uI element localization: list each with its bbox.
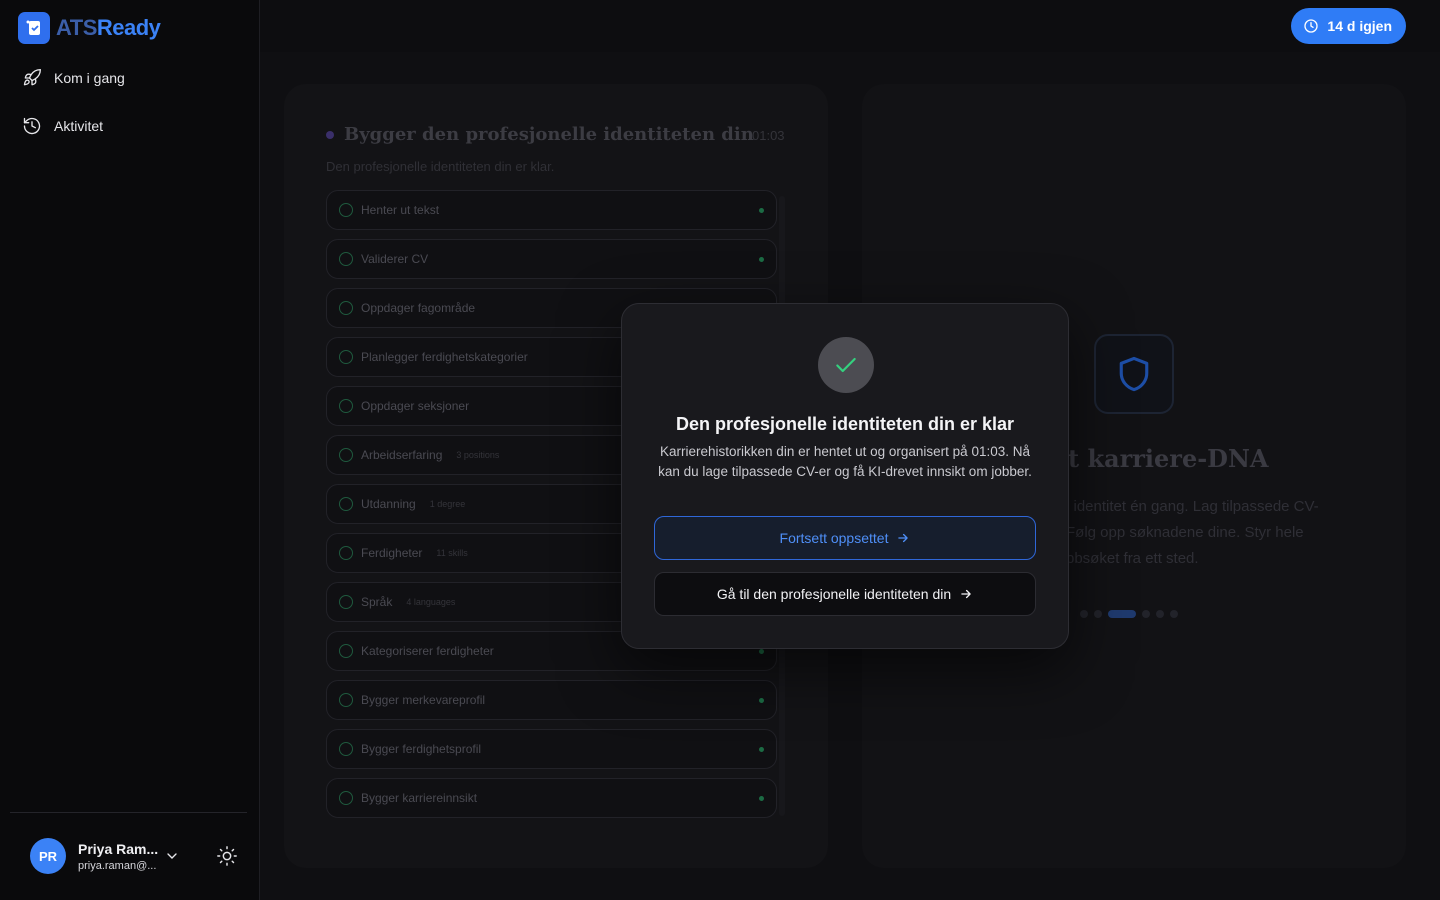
check-circle-icon [339, 742, 353, 756]
user-menu[interactable]: PR Priya Ram... priya.raman@... [30, 838, 158, 874]
check-circle-icon [339, 301, 353, 315]
step-status-dot [759, 746, 764, 752]
step-status-dot [759, 648, 764, 654]
check-circle-icon [339, 203, 353, 217]
step-status-dot [759, 207, 764, 213]
step-label: Henter ut tekst [361, 203, 440, 217]
step-label: Kategoriserer ferdigheter [361, 644, 494, 658]
check-circle-icon [339, 497, 353, 511]
brand-logo[interactable]: ATSReady [18, 12, 161, 44]
carousel-dot-active[interactable] [1108, 610, 1136, 618]
step-meta: 1 degree [429, 499, 466, 509]
step-label: Bygger merkevareprofil [361, 693, 486, 707]
modal-body: Karrierehistorikken din er hentet ut og … [658, 444, 1032, 479]
check-circle-icon [339, 546, 353, 560]
brand-name: ATSReady [56, 15, 161, 40]
carousel-dot[interactable] [1142, 610, 1150, 618]
trial-label: 14 d igjen [1327, 18, 1392, 34]
step-label: Validerer CV [361, 252, 429, 266]
nav-item-aktivitet[interactable]: Aktivitet [12, 108, 248, 144]
success-badge [818, 337, 874, 393]
arrow-right-icon [961, 589, 971, 599]
carousel-dots [1080, 610, 1178, 618]
check-circle-icon [339, 644, 353, 658]
step-label: Bygger ferdighetsprofil [361, 742, 482, 756]
check-circle-icon [339, 791, 353, 805]
check-circle-icon [339, 350, 353, 364]
step-status-dot [759, 256, 764, 262]
progress-step: Validerer CV [326, 239, 777, 279]
promo-title: t karriere-DNA [1068, 444, 1269, 473]
check-icon [836, 357, 856, 373]
check-circle-icon [339, 448, 353, 462]
step-label: Ferdigheter [361, 546, 423, 560]
check-circle-icon [339, 252, 353, 266]
topbar: 14 d igjen [260, 0, 1440, 52]
step-status-dot [759, 697, 764, 703]
nav-label: Aktivitet [54, 118, 104, 134]
step-meta: 4 languages [406, 597, 456, 607]
carousel-dot[interactable] [1170, 610, 1178, 618]
chevron-down-icon[interactable] [164, 848, 180, 864]
step-meta: 3 positions [456, 450, 500, 460]
button-label: Gå til den profesjonelle identiteten din [716, 586, 952, 602]
step-label: Oppdager seksjoner [361, 399, 470, 413]
modal-title: Den profesjonelle identiteten din er kla… [675, 414, 1015, 434]
history-icon [23, 117, 41, 135]
continue-setup-button[interactable]: Fortsett oppsettet [654, 516, 1036, 560]
nav-item-kom-i-gang[interactable]: Kom i gang [12, 60, 248, 96]
arrow-right-icon [898, 533, 909, 543]
carousel-dot[interactable] [1080, 610, 1088, 618]
carousel-dot[interactable] [1094, 610, 1102, 618]
sun-icon[interactable] [216, 845, 238, 867]
check-circle-icon [339, 595, 353, 609]
progress-subtitle: Den profesjonelle identiteten din er kla… [326, 159, 555, 174]
step-label: Språk [361, 595, 393, 609]
step-label: Utdanning [361, 497, 416, 511]
user-email: priya.raman@... [78, 859, 157, 872]
check-circle-icon [339, 693, 353, 707]
progress-step: Bygger ferdighetsprofil [326, 729, 777, 769]
step-label: Planlegger ferdighetskategorier [361, 350, 528, 364]
avatar: PR [30, 838, 66, 874]
shield-card [1094, 334, 1174, 414]
step-label: Bygger karriereinnsikt [361, 791, 478, 805]
sidebar: ATSReady Kom i gang Aktivitet PR Priya R… [0, 0, 260, 900]
check-circle-icon [339, 399, 353, 413]
trial-days-button[interactable]: 14 d igjen [1291, 8, 1406, 44]
step-status-dot [759, 795, 764, 801]
nav-label: Kom i gang [54, 70, 125, 86]
shield-icon [1119, 356, 1149, 392]
progress-title: Bygger den profesjonelle identiteten din [326, 124, 754, 145]
step-label: Oppdager fagområde [361, 301, 476, 315]
go-to-identity-button[interactable]: Gå til den profesjonelle identiteten din [654, 572, 1036, 616]
completion-modal: Den profesjonelle identiteten din er kla… [621, 303, 1069, 649]
step-label: Arbeidserfaring [361, 448, 443, 462]
sidebar-divider [10, 812, 247, 813]
rocket-icon [23, 68, 41, 86]
progress-step: Bygger merkevareprofil [326, 680, 777, 720]
step-meta: 11 skills [436, 548, 468, 558]
user-name: Priya Ram... [78, 840, 159, 857]
logo-icon [18, 12, 50, 44]
progress-time: 01:03 [752, 128, 785, 143]
progress-step: Bygger karriereinnsikt [326, 778, 777, 818]
button-label: Fortsett oppsettet [779, 530, 889, 546]
status-dot [326, 130, 334, 139]
promo-text: l identitet én gang. Lag tilpassede CV- … [1066, 498, 1319, 567]
progress-step: Henter ut tekst [326, 190, 777, 230]
carousel-dot[interactable] [1156, 610, 1164, 618]
clock-icon [1304, 19, 1319, 33]
